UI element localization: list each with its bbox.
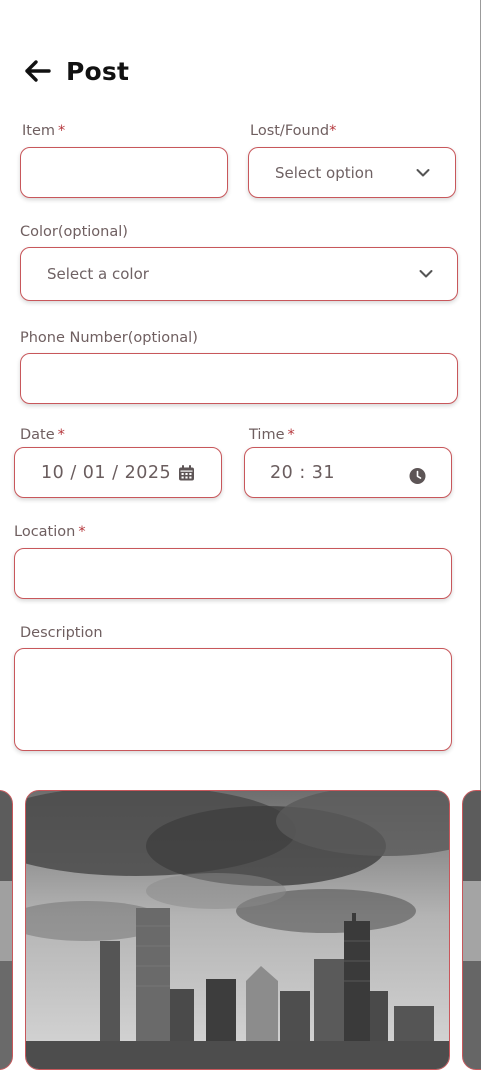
time-value: 20 : 31 [270,462,336,483]
item-input[interactable] [20,147,228,198]
carousel-current-image[interactable] [25,790,450,1070]
item-label: Item * [22,123,66,139]
chevron-down-icon [416,168,430,176]
phone-label: Phone Number(optional) [20,330,198,346]
time-label: Time * [249,427,295,443]
date-value: 10 / 01 / 2025 [41,462,172,483]
lost-found-label: Lost/Found* [250,123,337,139]
color-selected-value: Select a color [47,265,149,283]
header: Post [22,56,129,86]
lost-found-selected-value: Select option [275,163,374,182]
clock-icon[interactable] [409,468,426,485]
color-select[interactable]: Select a color [20,247,458,301]
page-title: Post [66,56,130,86]
calendar-icon[interactable] [178,464,195,481]
carousel-prev-image[interactable] [0,790,13,1070]
date-input[interactable]: 10 / 01 / 2025 [14,447,222,498]
date-label: Date * [20,427,65,443]
location-label: Location * [14,524,86,540]
arrow-left-icon[interactable] [22,56,52,86]
city-skyline-photo [26,791,449,1069]
phone-input[interactable] [20,353,458,404]
description-textarea[interactable] [14,648,452,751]
description-label: Description [20,625,103,641]
chevron-down-icon [419,270,433,278]
color-label: Color(optional) [20,224,128,240]
location-input[interactable] [14,548,452,599]
lost-found-select[interactable]: Select option [248,147,456,198]
time-input[interactable]: 20 : 31 [244,447,452,498]
carousel-next-image[interactable] [462,790,481,1070]
